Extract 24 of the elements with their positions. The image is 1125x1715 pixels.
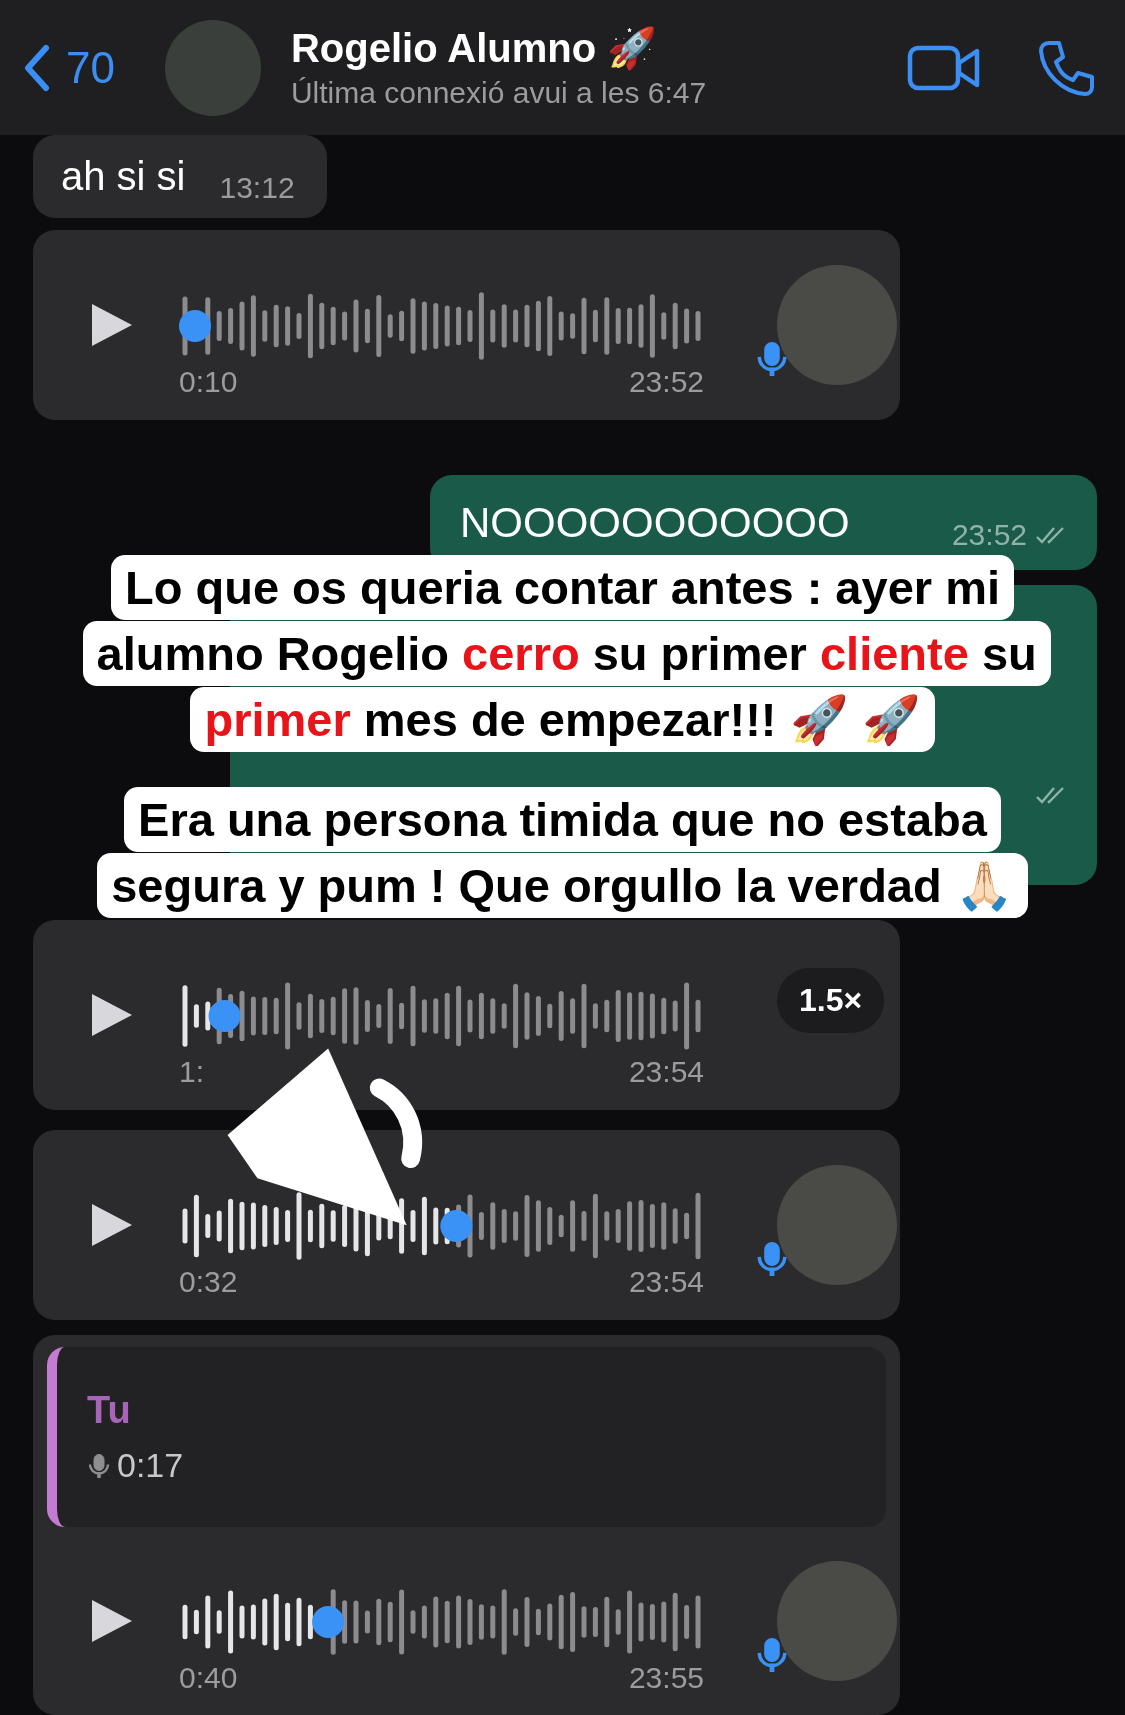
voice-duration: 0:10: [179, 365, 238, 399]
message-time: 23:55: [628, 1661, 704, 1695]
message-time: 23:54: [628, 1055, 704, 1089]
message-text: ah si si: [61, 154, 186, 199]
playback-thumb[interactable]: [312, 1606, 345, 1638]
back-icon: [22, 43, 52, 92]
voice-duration: 0:40: [179, 1661, 238, 1695]
quote-author: Tu: [87, 1389, 132, 1432]
voice-duration: 0:32: [179, 1265, 238, 1299]
last-seen-status: Última connexió avui a les 6:47: [290, 76, 708, 110]
quoted-message[interactable]: Tu 0:17: [47, 1347, 886, 1527]
message-time: 13:12: [219, 170, 295, 205]
contact-name: Rogelio Alumno 🚀: [290, 25, 659, 72]
message-time: 23:54: [628, 1265, 704, 1299]
quote-duration: 0:17: [117, 1446, 184, 1485]
message-text: NOOOOOOOOOOO: [460, 498, 850, 547]
voice-duration: 1:: [179, 1055, 205, 1089]
playback-thumb[interactable]: [179, 310, 211, 342]
back-button[interactable]: 70: [22, 42, 115, 93]
playback-thumb[interactable]: [208, 1000, 241, 1032]
playback-speed-button[interactable]: 1.5×: [777, 967, 885, 1033]
message-time: 23:52: [951, 517, 1027, 552]
message-time: 23:52: [628, 365, 704, 399]
phone-icon[interactable]: [1037, 38, 1095, 97]
